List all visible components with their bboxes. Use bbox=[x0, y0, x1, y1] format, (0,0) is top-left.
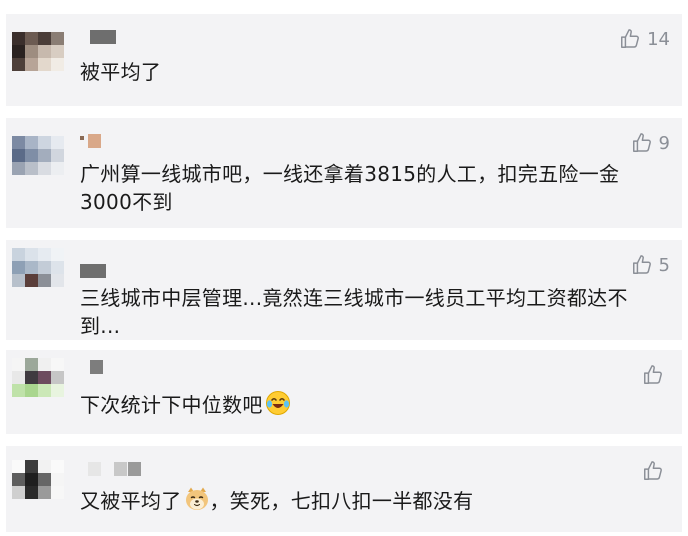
avatar[interactable] bbox=[12, 358, 66, 400]
like-button[interactable]: 14 bbox=[619, 28, 670, 50]
like-button[interactable]: 5 bbox=[631, 254, 670, 276]
thumbs-up-icon bbox=[632, 255, 651, 274]
like-count: 9 bbox=[658, 132, 670, 154]
comment-text-after: ，笑死，七扣八扣一半都没有 bbox=[209, 489, 474, 513]
doge-emoji bbox=[184, 486, 210, 519]
comment-card: 9 广州算一线城市吧，一线还拿着3815的人工，扣完五险一金3000不到 bbox=[6, 118, 682, 228]
thumbs-up-icon bbox=[632, 133, 651, 152]
comment-text: 被平均了 bbox=[80, 60, 162, 84]
comment-card: 下次统计下中位数吧 bbox=[6, 350, 682, 434]
comment-text: 广州算一线城市吧，一线还拿着3815的人工，扣完五险一金3000不到 bbox=[80, 162, 620, 214]
comment-text: 三线城市中层管理...竟然连三线城市一线员工平均工资都达不到... bbox=[80, 286, 628, 338]
like-button[interactable] bbox=[642, 460, 670, 482]
avatar[interactable] bbox=[12, 32, 66, 74]
avatar[interactable] bbox=[12, 460, 66, 502]
laughing-crying-emoji bbox=[265, 390, 291, 423]
like-button[interactable] bbox=[642, 364, 670, 386]
like-button[interactable]: 9 bbox=[631, 132, 670, 154]
thumbs-up-icon bbox=[644, 365, 662, 384]
thumbs-up-icon bbox=[621, 29, 640, 48]
like-count: 5 bbox=[658, 254, 670, 276]
comment-text: 又被平均了 ，笑死，七扣八扣一半都没有 bbox=[80, 486, 660, 519]
avatar[interactable] bbox=[12, 136, 66, 178]
comment-card: 14 被平均了 bbox=[6, 14, 682, 106]
comment-text: 下次统计下中位数吧 bbox=[80, 390, 660, 423]
comment-card: 又被平均了 ，笑死，七扣八扣一半都没有 bbox=[6, 446, 682, 532]
comment-text-body: 下次统计下中位数吧 bbox=[80, 393, 263, 417]
comment-text-before: 又被平均了 bbox=[80, 489, 182, 513]
avatar[interactable] bbox=[12, 248, 66, 290]
like-count: 14 bbox=[647, 28, 670, 50]
thumbs-up-icon bbox=[644, 461, 662, 480]
comment-card: 5 三线城市中层管理...竟然连三线城市一线员工平均工资都达不到... bbox=[6, 240, 682, 340]
